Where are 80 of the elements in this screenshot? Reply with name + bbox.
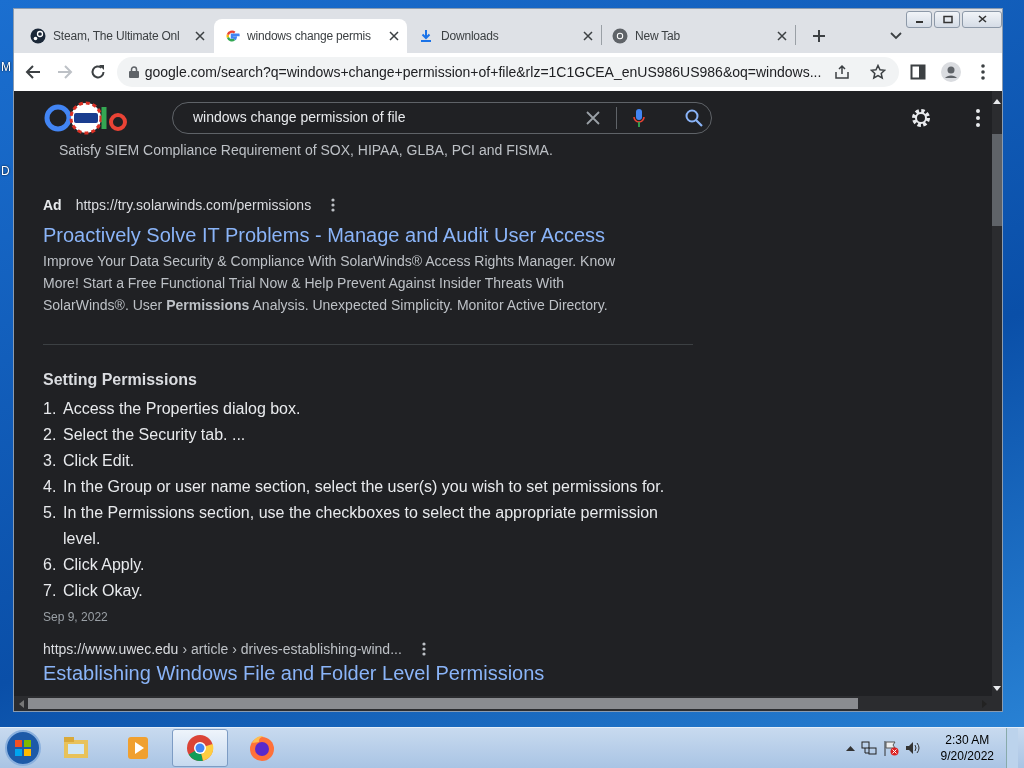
profile-icon [940,62,961,82]
settings-icon[interactable] [910,106,932,129]
breadcrumb-path: › article › drives-establishing-wind... [182,639,402,659]
step-text: Click Apply. [63,555,145,575]
step-number: 4. [43,477,58,497]
step-number: 7. [43,581,58,601]
maximize-icon [941,15,953,24]
side-panel-icon [910,64,927,80]
url-text: google.com/search?q=windows+change+permission+of+file&rlz=1C1GCEA_enUS986US986&oq=windows... [144,62,822,82]
step-number: 2. [43,425,58,445]
start-button[interactable] [4,729,42,767]
apps-menu-icon[interactable] [976,108,980,127]
clock[interactable]: 2:30 AM 9/20/2022 [940,732,994,764]
section-heading: Setting Permissions [43,370,198,390]
clear-icon[interactable] [586,110,600,125]
show-hidden-icons-icon[interactable] [845,745,855,751]
snippet-text: Satisfy SIEM Compliance Requirement of SOX, HIPAA, GLBA, PCI and FISMA. [58,144,554,160]
step-text: Access the Properties dialog box. [63,399,301,419]
steam-icon [30,28,46,44]
address-bar[interactable]: google.com/search?q=windows+change+permission+of+file&rlz=1C1GCEA_enUS986US986&oq=windows... [116,57,900,87]
result-title-link[interactable]: Establishing Windows File and Folder Level Permissions [43,660,992,686]
step-number: 6. [43,555,58,575]
share-icon [834,64,851,80]
forward-icon [57,64,74,80]
close-icon[interactable] [777,31,787,41]
step-number: 3. [43,451,58,471]
star-icon [870,64,887,80]
network-icon[interactable] [860,740,877,756]
action-center-flag-icon[interactable] [882,740,899,756]
lock-icon [128,66,139,78]
ad-description: Improve Your Data Security & Compliance With SolarWinds® Access Rights Manager. Know More! Start a Free Functional Trial Now & Help Prevent Against Insider Threats With SolarWinds®. User Permissions Analysis. Unexpected Simplicity. Monitor Active Directory. [43,252,617,315]
scrollbar-thumb[interactable] [992,134,1002,226]
close-icon [976,15,988,24]
browser-tab[interactable]: windows change permis [214,19,407,53]
firefox-icon [248,734,276,762]
google-logo-drawing[interactable] [44,100,128,135]
date-text: 9/20/2022 [940,748,994,764]
ad-label: Ad [43,195,62,215]
reload-icon [89,64,106,80]
chrome-icon [186,734,214,762]
microphone-icon[interactable] [633,108,645,127]
chevron-down-icon [890,32,902,40]
scroll-down-icon[interactable] [993,686,1001,692]
maximize-button[interactable] [934,11,960,28]
volume-icon[interactable] [904,740,921,756]
date-text: Sep 9, 2022 [43,609,109,626]
more-vertical-icon [980,64,985,80]
minimize-button[interactable] [906,11,932,28]
close-icon[interactable] [583,31,593,41]
step-number: 5. [43,503,58,523]
scroll-up-icon[interactable] [993,98,1001,104]
back-icon [25,64,42,80]
taskbar-app-button[interactable] [172,729,228,767]
step-text: Click Okay. [63,581,143,601]
result-title-link[interactable]: Proactively Solve IT Problems - Manage and Audit User Access [43,222,992,248]
ad-url[interactable]: https://try.solarwinds.com/permissions [75,194,312,216]
download-icon [418,28,434,44]
more-options-icon[interactable] [331,198,336,212]
step-text: Click Edit. [63,451,135,471]
close-icon[interactable] [195,31,205,41]
close-icon[interactable] [389,31,399,41]
desktop-icon-label[interactable]: M [1,58,11,76]
step-text: Select the Security tab. ... [63,425,246,445]
chrome-icon [612,28,628,44]
scrollbar-thumb[interactable] [28,698,858,709]
scroll-left-icon[interactable] [18,699,24,708]
more-options-icon[interactable] [421,642,426,656]
search-icon[interactable] [685,108,703,127]
result-url[interactable]: https://www.uwec.edu [43,638,179,660]
step-number: 1. [43,399,58,419]
plus-icon [812,29,826,43]
browser-tab[interactable]: Steam, The Ultimate Onl [20,19,213,53]
step-text: In the Group or user name section, select the user(s) you wish to set permissions for. [63,477,665,497]
google-icon [224,28,240,44]
close-button[interactable] [962,11,1002,28]
browser-tab[interactable]: Downloads [408,19,601,53]
step-text: In the Permissions section, use the checkboxes to select the appropriate permission level. [63,503,659,549]
browser-tab[interactable]: New Tab [602,19,795,53]
time-text: 2:30 AM [944,732,991,748]
desktop-icon-label[interactable]: D [1,162,10,180]
